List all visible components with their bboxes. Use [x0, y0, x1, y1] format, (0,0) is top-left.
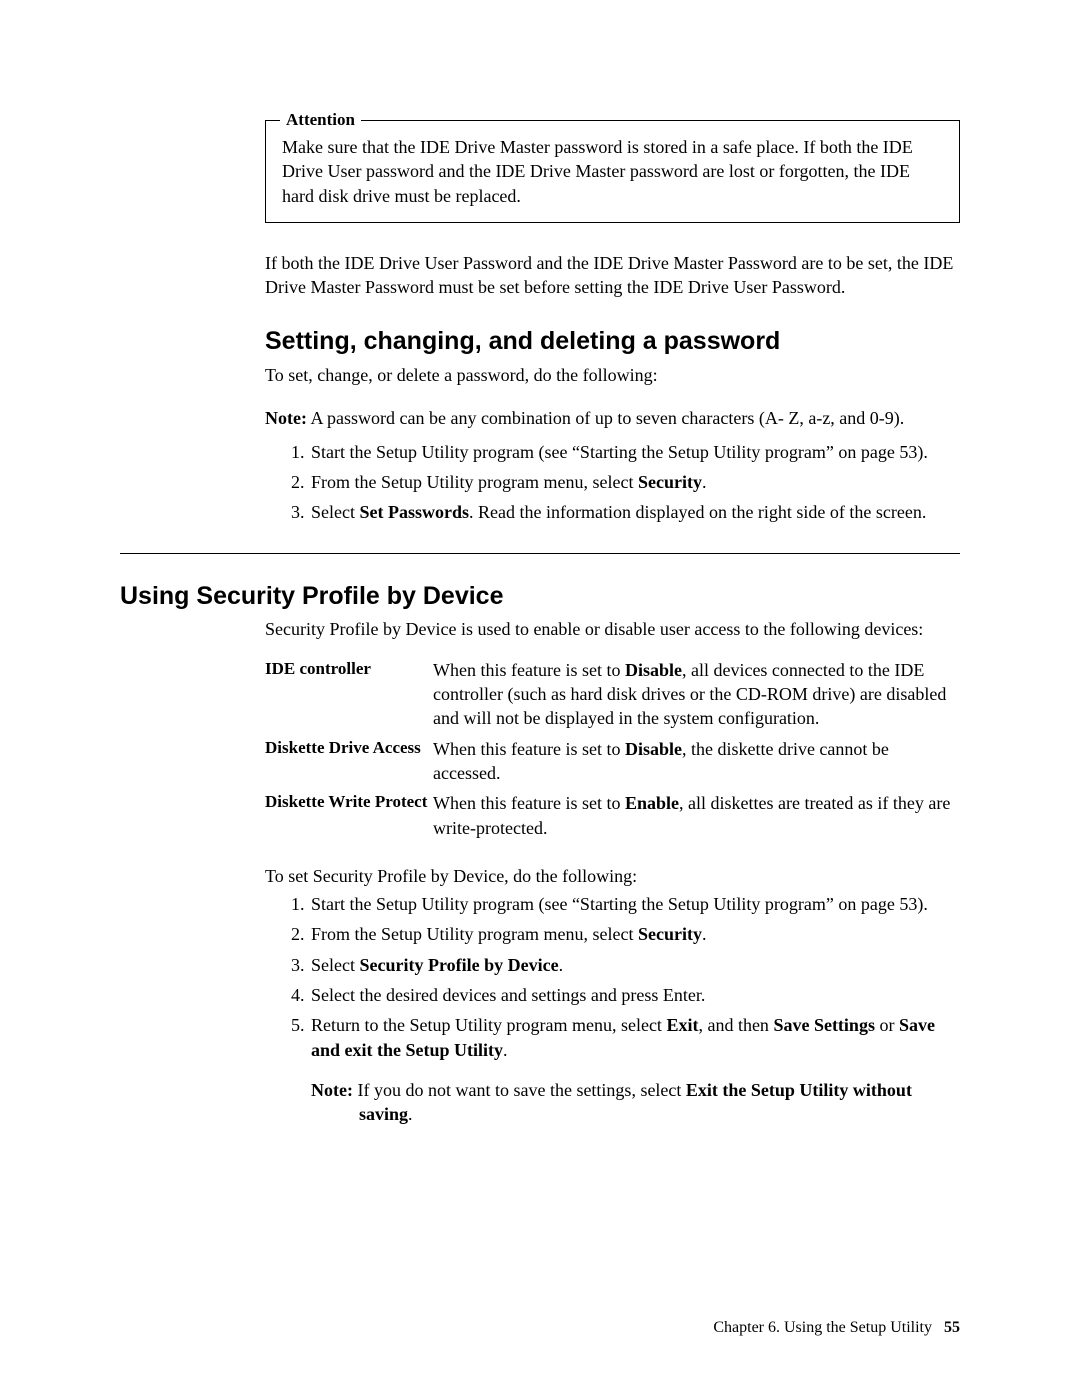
page-number: 55 [944, 1319, 960, 1336]
device-description: When this feature is set to Enable, all … [433, 791, 960, 840]
bold-term: Disable [625, 739, 682, 759]
bold-term: Save Settings [773, 1015, 875, 1035]
step-text: or [875, 1015, 899, 1035]
attention-text: Make sure that the IDE Drive Master pass… [282, 137, 913, 206]
desc-text: When this feature is set to [433, 793, 625, 813]
step-text: From the Setup Utility program menu, sel… [311, 472, 638, 492]
footer-chapter: Chapter 6. Using the Setup Utility [713, 1319, 932, 1336]
table-row: Diskette Write Protect When this feature… [265, 791, 960, 840]
heading-security-profile: Using Security Profile by Device [120, 580, 960, 614]
step-text: Start the Setup Utility program (see “St… [311, 894, 928, 914]
bold-term: Security [638, 924, 702, 944]
section1-note: Note: A password can be any combination … [265, 406, 960, 430]
note-label: Note: [311, 1080, 353, 1100]
step-text: . Read the information displayed on the … [469, 502, 926, 522]
step-text: Select [311, 955, 359, 975]
device-term: Diskette Write Protect [265, 791, 433, 814]
section1-lead: To set, change, or delete a password, do… [265, 363, 960, 387]
list-item: Return to the Setup Utility program menu… [309, 1013, 960, 1126]
bold-term: Exit [666, 1015, 698, 1035]
step-text: . [702, 924, 707, 944]
device-description: When this feature is set to Disable, all… [433, 658, 960, 731]
device-description: When this feature is set to Disable, the… [433, 737, 960, 786]
intro-paragraph: If both the IDE Drive User Password and … [265, 251, 960, 300]
attention-box: Attention Make sure that the IDE Drive M… [265, 120, 960, 223]
step-text: Return to the Setup Utility program menu… [311, 1015, 666, 1035]
step-text: , and then [698, 1015, 773, 1035]
desc-text: When this feature is set to [433, 739, 625, 759]
list-item: Start the Setup Utility program (see “St… [309, 440, 960, 464]
step-text: From the Setup Utility program menu, sel… [311, 924, 638, 944]
desc-text: When this feature is set to [433, 660, 625, 680]
list-item: Select the desired devices and settings … [309, 983, 960, 1007]
attention-label: Attention [280, 109, 361, 132]
list-item: From the Setup Utility program menu, sel… [309, 922, 960, 946]
main-content: Attention Make sure that the IDE Drive M… [265, 120, 960, 1127]
section2-lead: Security Profile by Device is used to en… [265, 617, 960, 641]
list-item: Start the Setup Utility program (see “St… [309, 892, 960, 916]
step-text: Start the Setup Utility program (see “St… [311, 442, 928, 462]
heading-setting-password: Setting, changing, and deleting a passwo… [265, 325, 960, 359]
list-item: Select Security Profile by Device. [309, 953, 960, 977]
step-text: . [503, 1040, 508, 1060]
section1-steps: Start the Setup Utility program (see “St… [265, 440, 960, 525]
bold-term: Security Profile by Device [359, 955, 558, 975]
section2-note: Note: If you do not want to save the set… [311, 1078, 960, 1127]
device-term: Diskette Drive Access [265, 737, 433, 760]
table-row: IDE controller When this feature is set … [265, 658, 960, 731]
page-footer: Chapter 6. Using the Setup Utility 55 [713, 1319, 960, 1337]
note-label: Note: [265, 408, 307, 428]
device-term: IDE controller [265, 658, 433, 681]
section-divider [120, 553, 960, 554]
step-text: . [702, 472, 707, 492]
note-text: A password can be any combination of up … [307, 408, 904, 428]
step-text: Select the desired devices and settings … [311, 985, 705, 1005]
device-table: IDE controller When this feature is set … [265, 658, 960, 840]
note-text: If you do not want to save the settings,… [353, 1080, 686, 1100]
step-text: Select [311, 502, 359, 522]
list-item: From the Setup Utility program menu, sel… [309, 470, 960, 494]
step-text: . [559, 955, 564, 975]
bold-term: Disable [625, 660, 682, 680]
bold-term: Enable [625, 793, 679, 813]
bold-term: Security [638, 472, 702, 492]
table-row: Diskette Drive Access When this feature … [265, 737, 960, 786]
note-text: . [408, 1104, 413, 1124]
list-item: Select Set Passwords. Read the informati… [309, 500, 960, 524]
section2-steps: Start the Setup Utility program (see “St… [265, 892, 960, 1126]
bold-term: Set Passwords [359, 502, 469, 522]
document-page: Attention Make sure that the IDE Drive M… [0, 0, 1080, 1397]
section2-lead2: To set Security Profile by Device, do th… [265, 864, 960, 888]
